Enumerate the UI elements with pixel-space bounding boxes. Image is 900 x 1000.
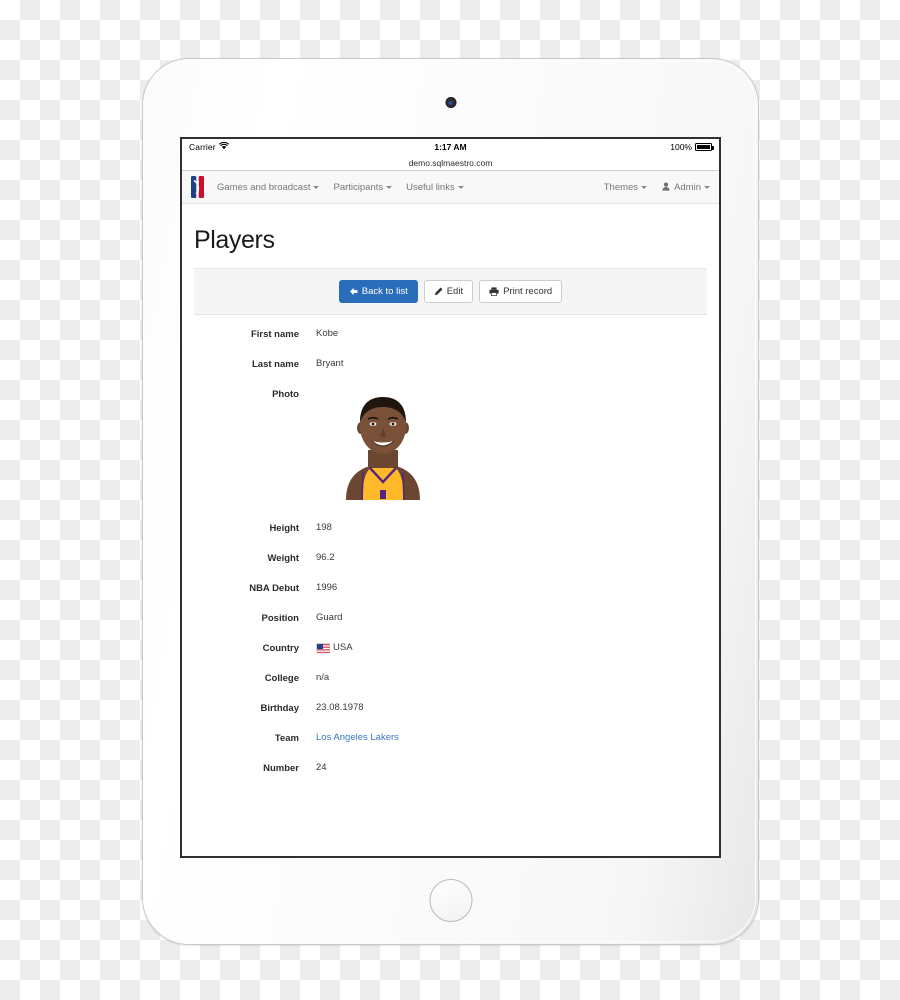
edit-label: Edit	[446, 285, 464, 297]
field-value: 96.2	[316, 552, 335, 563]
field-label: Country	[262, 643, 299, 654]
field-value: 24	[316, 762, 327, 773]
browser-url-bar[interactable]: demo.sqlmaestro.com	[182, 155, 719, 171]
carrier-label: Carrier	[189, 142, 216, 152]
nba-logo-icon[interactable]	[189, 176, 206, 198]
chevron-down-icon	[457, 185, 464, 189]
home-button[interactable]	[429, 879, 472, 922]
field-row-last-name: Last name Bryant	[194, 358, 707, 370]
player-photo-image	[316, 388, 450, 501]
nav-item-label: Themes	[603, 181, 639, 193]
navbar-menu: Games and broadcast Participants Useful …	[217, 182, 464, 193]
chevron-down-icon	[313, 185, 320, 189]
field-label: Weight	[267, 553, 300, 564]
back-to-list-label: Back to list	[361, 285, 408, 297]
chevron-down-icon	[641, 185, 648, 189]
tablet-device-frame: Carrier 1:17 AM 100% demo.sqlmaestro.com	[143, 59, 758, 944]
field-value	[316, 388, 450, 501]
field-label: Photo	[272, 389, 299, 400]
field-row-first-name: First name Kobe	[194, 328, 707, 340]
device-screen: Carrier 1:17 AM 100% demo.sqlmaestro.com	[180, 137, 721, 858]
navbar-right-menu: Themes Admin	[604, 182, 710, 193]
print-record-button[interactable]: Print record	[479, 279, 563, 304]
field-label: Position	[261, 613, 299, 624]
status-bar-time: 1:17 AM	[434, 142, 467, 152]
field-value: 23.08.1978	[316, 702, 364, 713]
field-row-photo: Photo	[194, 388, 707, 501]
field-row-team: Team Los Angeles Lakers	[194, 732, 707, 744]
url-text: demo.sqlmaestro.com	[408, 157, 493, 168]
wifi-icon	[218, 141, 229, 152]
usa-flag-icon	[316, 643, 330, 653]
nav-item-label: Useful links	[406, 181, 455, 193]
status-bar-right: 100%	[670, 142, 714, 152]
site-navbar: Games and broadcast Participants Useful …	[182, 171, 719, 204]
field-row-weight: Weight 96.2	[194, 552, 707, 564]
chevron-down-icon	[704, 185, 710, 189]
arrow-left-icon	[349, 287, 358, 296]
field-value: Kobe	[316, 328, 339, 339]
field-value: 198	[316, 522, 332, 533]
field-value: USA	[333, 642, 353, 653]
field-value: Guard	[316, 612, 343, 623]
nav-item-useful-links[interactable]: Useful links	[406, 182, 464, 193]
nav-item-label: Admin	[674, 181, 701, 193]
page-title: Players	[194, 204, 707, 269]
battery-percent-label: 100%	[670, 142, 692, 152]
field-row-birthday: Birthday 23.08.1978	[194, 702, 707, 714]
record-toolbar: Back to list Edit Print record	[194, 269, 707, 315]
field-value-country: USA	[316, 642, 353, 653]
nav-item-label: Participants	[333, 181, 384, 193]
field-label: NBA Debut	[249, 583, 299, 594]
battery-full-icon	[695, 143, 714, 151]
field-row-number: Number 24	[194, 762, 707, 774]
record-detail-fields: First name Kobe Last name Bryant Photo H…	[194, 315, 707, 774]
print-record-label: Print record	[503, 285, 553, 297]
nav-item-themes[interactable]: Themes	[603, 181, 648, 193]
field-row-nba-debut: NBA Debut 1996	[194, 582, 707, 594]
field-value: n/a	[316, 672, 330, 683]
field-value: Bryant	[316, 358, 344, 369]
field-value: 1996	[316, 582, 338, 593]
field-label: Team	[274, 733, 299, 744]
chevron-down-icon	[386, 185, 393, 189]
field-label: College	[264, 673, 299, 684]
field-label: Height	[269, 523, 299, 534]
back-to-list-button[interactable]: Back to list	[338, 279, 418, 304]
edit-button[interactable]: Edit	[423, 279, 474, 304]
nav-item-label: Games and broadcast	[217, 181, 311, 193]
field-row-position: Position Guard	[194, 612, 707, 624]
field-label: Last name	[252, 359, 299, 370]
page-content: Players Back to list Edit Print record F…	[182, 204, 719, 774]
pencil-icon	[434, 287, 443, 296]
nav-item-admin[interactable]: Admin	[662, 182, 710, 193]
team-link[interactable]: Los Angeles Lakers	[316, 732, 399, 743]
nav-item-games-and-broadcast[interactable]: Games and broadcast	[217, 181, 320, 193]
status-bar-left: Carrier	[189, 141, 229, 152]
field-label: Birthday	[260, 703, 299, 714]
field-row-country: Country USA	[194, 642, 707, 654]
nav-item-participants[interactable]: Participants	[333, 181, 393, 193]
field-label: First name	[250, 329, 299, 340]
field-row-height: Height 198	[194, 522, 707, 534]
field-row-college: College n/a	[194, 672, 707, 684]
ios-status-bar: Carrier 1:17 AM 100%	[182, 139, 719, 155]
field-label: Number	[263, 763, 299, 774]
user-icon	[662, 182, 670, 193]
front-camera-icon	[445, 97, 456, 108]
printer-icon	[489, 287, 499, 296]
